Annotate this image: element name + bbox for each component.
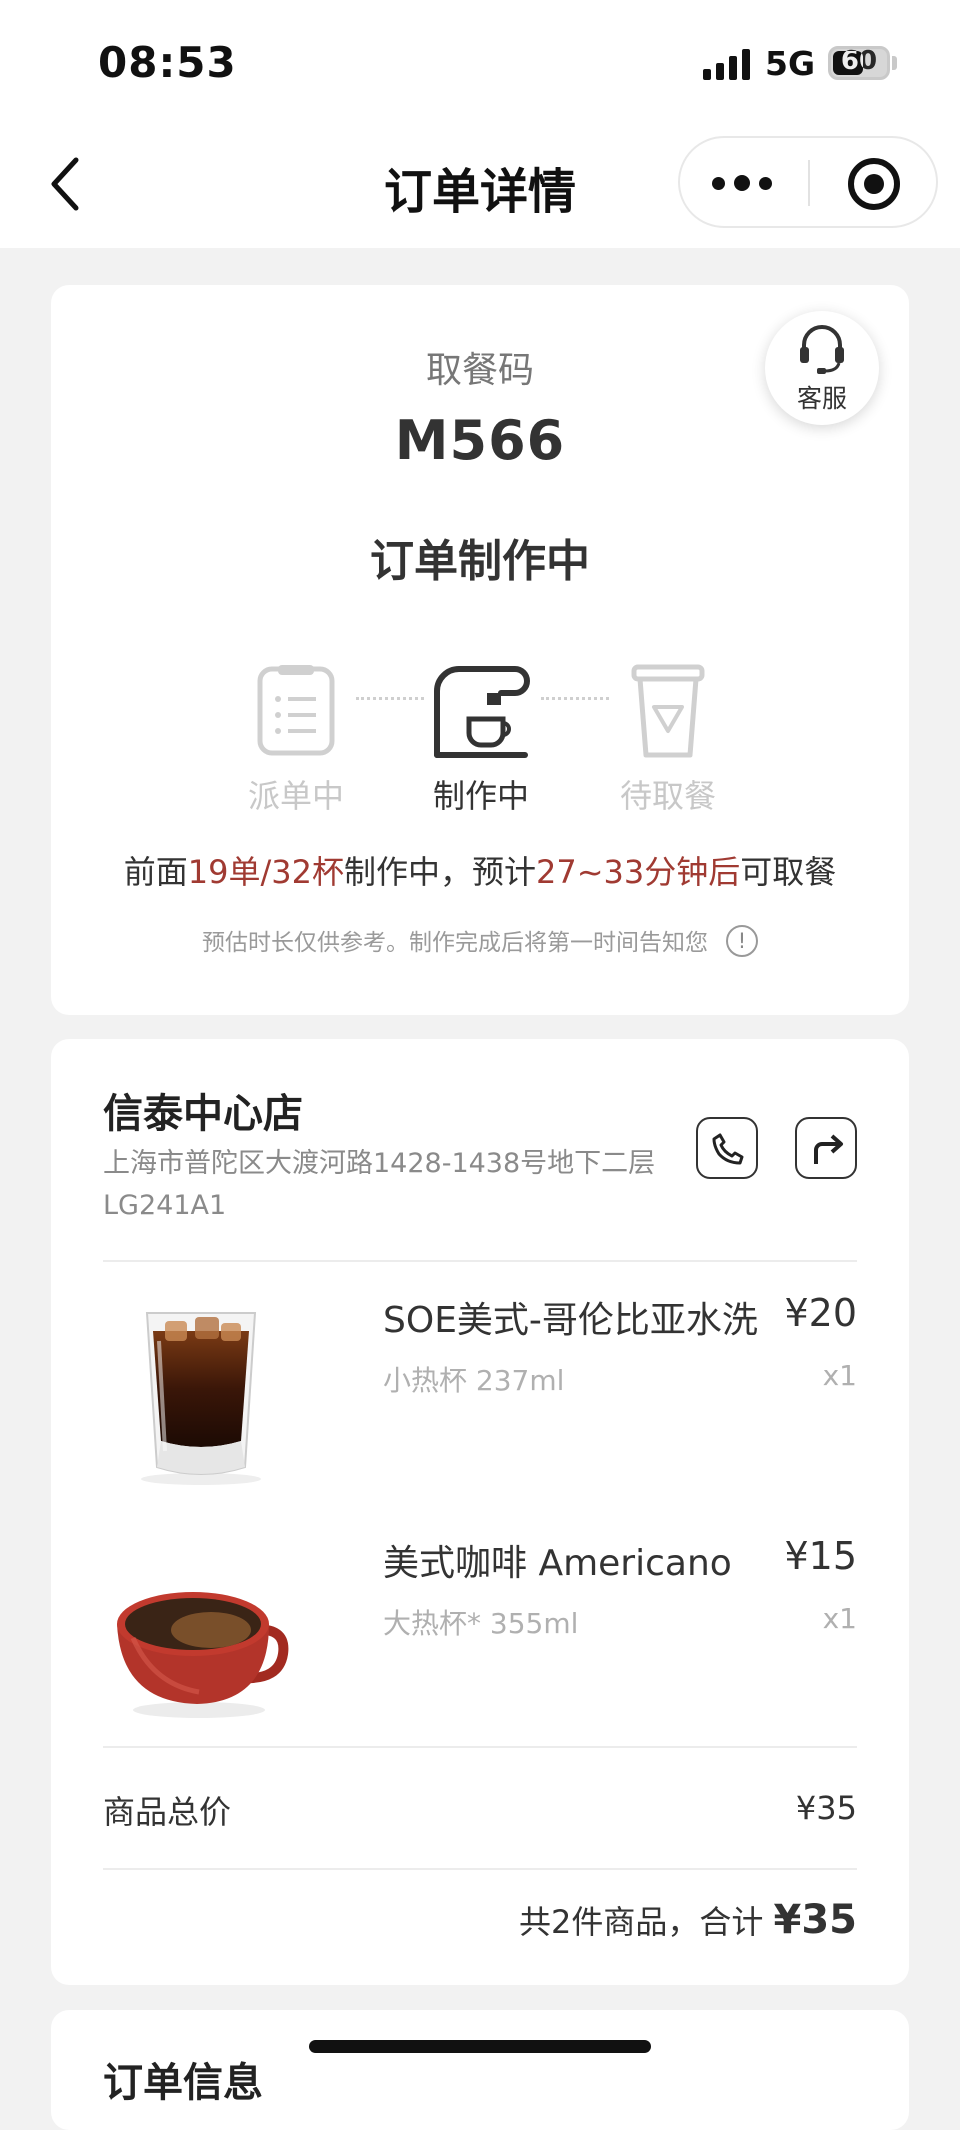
order-total-label: 共2件商品，合计	[518, 1903, 764, 1941]
order-info-title: 订单信息	[103, 2060, 263, 2106]
status-time: 08:53	[98, 38, 237, 87]
item-qty: x1	[822, 1359, 857, 1392]
status-bar: 08:53 5G 60	[0, 0, 960, 130]
queue-eta: 27~33分钟后	[535, 853, 741, 891]
store-name: 信泰中心店	[103, 1091, 303, 1137]
subtotal-label: 商品总价	[103, 1793, 232, 1831]
battery-icon: 60	[828, 46, 890, 80]
iced-coffee-glass-image	[141, 1312, 261, 1485]
order-info-card: 订单信息	[51, 2010, 909, 2130]
item-spec: 大热杯* 355ml	[383, 1607, 579, 1640]
order-items-card: 信泰中心店 上海市普陀区大渡河路1428-1438号地下二层LG241A1 SO…	[51, 1039, 909, 1985]
item-name: 美式咖啡 Americano	[383, 1543, 732, 1584]
divider	[103, 1260, 857, 1262]
red-coffee-cup-image	[117, 1592, 289, 1718]
coffee-machine-icon	[434, 666, 530, 758]
divider	[103, 1868, 857, 1870]
queue-mid: 制作中，预计	[343, 853, 536, 891]
order-total: 共2件商品，合计 ¥35	[519, 1897, 857, 1943]
order-list-icon	[257, 665, 335, 756]
list-item[interactable]: SOE美式-哥伦比亚水洗 小热杯 237ml ¥20 x1	[103, 1291, 857, 1501]
step-label: 待取餐	[619, 777, 716, 815]
queue-count: 19单/32杯	[187, 853, 344, 891]
pickup-code-label: 取餐码	[425, 350, 534, 391]
step-dispatching: 派单中	[221, 663, 371, 817]
item-qty: x1	[822, 1602, 857, 1635]
store-address: 上海市普陀区大渡河路1428-1438号地下二层LG241A1	[103, 1148, 656, 1221]
step-pickup: 待取餐	[593, 663, 743, 817]
divider	[103, 1746, 857, 1748]
order-status-card: 客服 取餐码 M566 订单制作中 派单中 制作中 待取餐 前面19单/32杯制…	[51, 285, 909, 1015]
order-status: 订单制作中	[370, 536, 590, 587]
miniprogram-capsule	[678, 136, 938, 228]
navigate-button[interactable]	[795, 1117, 857, 1179]
subtotal-value: ¥35	[795, 1789, 857, 1827]
nav-bar: 订单详情	[0, 130, 960, 248]
item-spec: 小热杯 237ml	[383, 1364, 565, 1397]
step-label: 派单中	[247, 777, 344, 815]
battery-tip	[892, 56, 897, 70]
pickup-code: M566	[394, 409, 566, 472]
queue-prefix: 前面	[123, 853, 188, 891]
call-store-button[interactable]	[696, 1117, 758, 1179]
step-making: 制作中	[406, 663, 556, 817]
network-label: 5G	[765, 44, 816, 83]
item-name: SOE美式-哥伦比亚水洗	[383, 1300, 758, 1341]
battery-percent: 60	[840, 46, 878, 76]
step-label: 制作中	[432, 777, 529, 815]
eta-hint-text: 预估时长仅供参考。制作完成后将第一时间告知您	[202, 930, 708, 956]
item-price: ¥20	[784, 1291, 857, 1335]
order-total-value: ¥35	[773, 1897, 858, 1943]
info-icon[interactable]: !	[726, 924, 758, 957]
direction-icon	[814, 1134, 843, 1164]
cup-icon	[631, 664, 705, 758]
home-indicator[interactable]	[309, 2040, 651, 2053]
list-item[interactable]: 美式咖啡 Americano 大热杯* 355ml ¥15 x1	[103, 1534, 857, 1744]
queue-suffix: 可取餐	[740, 853, 837, 891]
eta-hint: 预估时长仅供参考。制作完成后将第一时间告知您!	[51, 923, 909, 957]
item-price: ¥15	[784, 1534, 857, 1578]
queue-status: 前面19单/32杯制作中，预计27~33分钟后可取餐	[51, 847, 909, 893]
target-icon[interactable]	[848, 158, 900, 210]
more-dots-icon[interactable]	[710, 158, 780, 208]
phone-icon	[712, 1133, 744, 1165]
signal-icon	[703, 48, 751, 80]
capsule-divider	[808, 160, 810, 206]
